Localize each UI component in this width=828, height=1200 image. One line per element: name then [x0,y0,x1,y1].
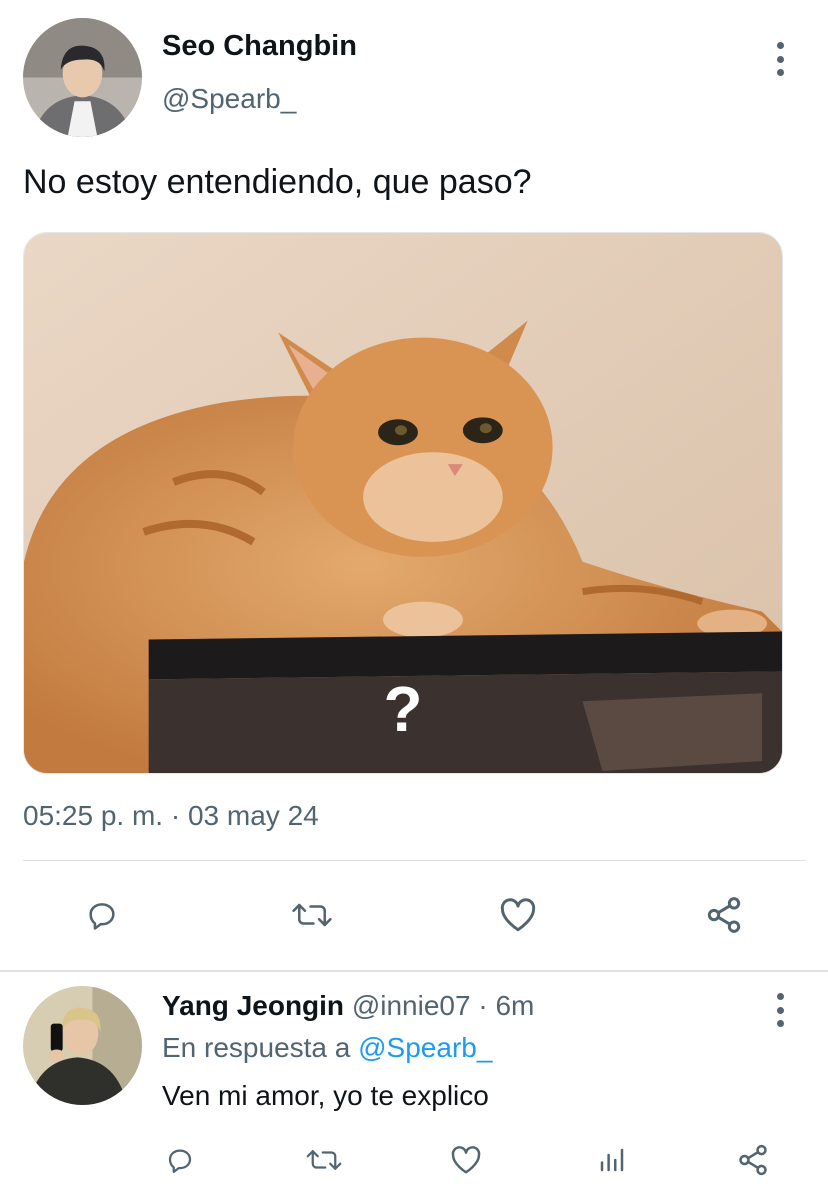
tweet-text: No estoy entendiendo, que paso? [23,163,532,201]
share-icon[interactable] [733,1141,773,1179]
heart-icon[interactable] [494,893,542,937]
media-overlay-text: ? [384,673,423,745]
heart-icon[interactable] [446,1141,486,1179]
reply-avatar-image [23,986,142,1105]
stats-icon[interactable] [592,1141,632,1179]
author-avatar[interactable] [23,18,142,137]
reply-text: Ven mi amor, yo te explico [162,1080,489,1111]
author-handle[interactable]: @Spearb_ [162,83,296,115]
retweet-icon[interactable] [300,1141,348,1179]
divider [23,860,806,861]
reply-icon[interactable] [78,893,126,937]
replying-prefix: En respuesta a [162,1032,351,1063]
retweet-icon[interactable] [284,893,340,937]
separator-dot: · [478,990,488,1021]
author-avatar-image [23,18,142,137]
divider [0,970,828,972]
reply-time[interactable]: 6m [495,990,534,1021]
reply-author-name[interactable]: Yang Jeongin [162,990,344,1021]
reply-more-options-icon[interactable] [770,993,790,1027]
replying-to: En respuesta a @Spearb_ [162,1032,492,1064]
share-icon[interactable] [700,893,748,937]
reply-author-avatar[interactable] [23,986,142,1105]
replying-mention-link[interactable]: @Spearb_ [358,1032,492,1063]
reply-header: Yang Jeongin @innie07 · 6m [162,990,534,1022]
reply-author-handle[interactable]: @innie07 [352,990,471,1021]
cat-photo: ? [24,233,782,773]
tweet-timestamp[interactable]: 05:25 p. m. · 03 may 24 [23,800,319,832]
author-name[interactable]: Seo Changbin [162,30,357,63]
tweet-media-image[interactable]: ? [23,232,783,774]
reply-icon[interactable] [160,1141,200,1179]
more-options-icon[interactable] [770,42,790,76]
